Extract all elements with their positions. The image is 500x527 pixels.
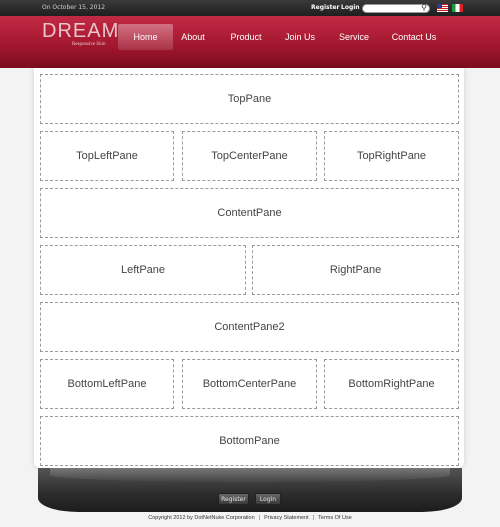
copyright-text: Copyright 2012 by DotNetNuke Corporation (148, 515, 255, 521)
search-input[interactable]: ⚲ (362, 3, 430, 13)
top-bar: On October 15, 2012 Register Login ⚲ (0, 0, 500, 16)
date-text: On October 15, 2012 (42, 4, 106, 11)
nav-join-us[interactable]: Join Us (282, 24, 318, 50)
italy-flag-icon[interactable] (452, 4, 463, 12)
footer-bar (38, 468, 462, 512)
top-left-pane: TopLeftPane (40, 131, 174, 181)
logo-subtitle: Responsive Skin (72, 42, 106, 47)
nav-about[interactable]: About (175, 24, 211, 50)
top-right-pane: TopRightPane (324, 131, 459, 181)
bottom-center-pane: BottomCenterPane (182, 359, 317, 409)
nav-service[interactable]: Service (335, 24, 373, 50)
privacy-link[interactable]: Privacy Statement (264, 515, 309, 521)
nav-product[interactable]: Product (226, 24, 266, 50)
content-pane: ContentPane (40, 188, 459, 238)
left-pane: LeftPane (40, 245, 246, 295)
content-pane-2: ContentPane2 (40, 302, 459, 352)
bottom-right-pane: BottomRightPane (324, 359, 459, 409)
logo[interactable]: DREAM (42, 20, 119, 43)
top-pane: TopPane (40, 74, 459, 124)
nav-contact-us[interactable]: Contact Us (390, 24, 438, 50)
right-pane: RightPane (252, 245, 459, 295)
login-link[interactable]: Login (341, 4, 360, 11)
search-icon[interactable]: ⚲ (421, 3, 427, 12)
us-flag-icon[interactable] (437, 4, 448, 12)
header: DREAM Responsive Skin Home About Product… (0, 16, 500, 68)
footer-register-button[interactable]: Register (218, 493, 249, 505)
bottom-pane: BottomPane (40, 416, 459, 466)
register-link[interactable]: Register (311, 4, 340, 11)
terms-link[interactable]: Terms Of Use (318, 515, 352, 521)
copyright-bar: Copyright 2012 by DotNetNuke Corporation… (148, 515, 352, 521)
content-page: TopPane TopLeftPane TopCenterPane TopRig… (34, 68, 464, 468)
footer-login-button[interactable]: Login (255, 493, 281, 505)
bottom-left-pane: BottomLeftPane (40, 359, 174, 409)
nav-home[interactable]: Home (118, 24, 173, 50)
top-center-pane: TopCenterPane (182, 131, 317, 181)
